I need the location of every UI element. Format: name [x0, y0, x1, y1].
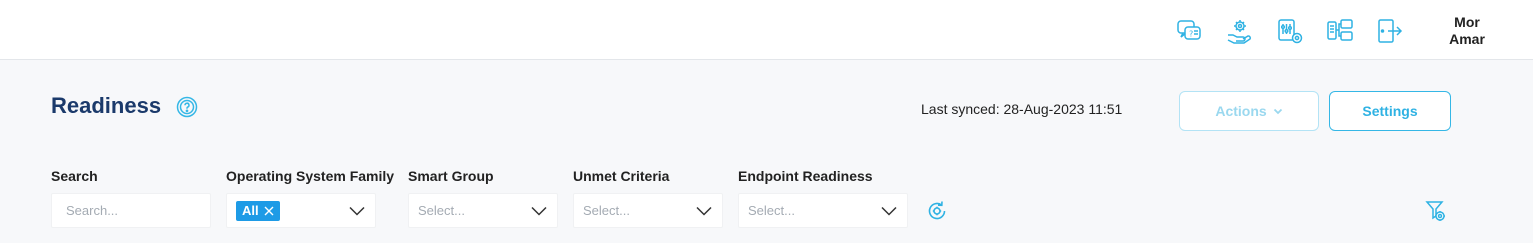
endpoint-readiness-placeholder: Select... — [748, 203, 795, 218]
page-title: Readiness — [51, 93, 162, 118]
os-family-chip-label: All — [242, 203, 259, 218]
smart-group-select[interactable]: Select... — [408, 193, 558, 228]
search-input[interactable] — [52, 203, 210, 218]
os-family-chip: All — [236, 200, 280, 221]
chevron-down-icon[interactable] — [881, 206, 897, 216]
chevron-down-icon — [1273, 108, 1282, 115]
device-settings-icon[interactable] — [1276, 17, 1304, 45]
last-synced-text: Last synced: 28-Aug-2023 11:51 — [921, 101, 1123, 117]
actions-button-label: Actions — [1215, 103, 1267, 119]
filter-settings-icon[interactable] — [1425, 199, 1447, 223]
smart-group-placeholder: Select... — [418, 203, 465, 218]
search-label: Search — [51, 168, 98, 184]
unmet-criteria-label: Unmet Criteria — [573, 168, 670, 184]
endpoint-readiness-label: Endpoint Readiness — [738, 168, 873, 184]
smart-group-label: Smart Group — [408, 168, 494, 184]
actions-button[interactable]: Actions — [1179, 91, 1319, 131]
help-icon[interactable] — [176, 96, 198, 118]
settings-button-label: Settings — [1362, 103, 1418, 119]
devices-network-icon[interactable] — [1326, 17, 1354, 45]
os-family-select[interactable]: All — [226, 193, 376, 228]
settings-button[interactable]: Settings — [1329, 91, 1451, 131]
svg-text:?: ? — [1189, 30, 1193, 39]
chevron-down-icon[interactable] — [696, 206, 712, 216]
unmet-criteria-placeholder: Select... — [583, 203, 630, 218]
chevron-down-icon[interactable] — [531, 206, 547, 216]
hand-gear-icon[interactable] — [1225, 17, 1253, 45]
reset-filters-icon[interactable] — [925, 199, 949, 223]
top-bar: ? Mor Amar — [0, 0, 1533, 60]
endpoint-readiness-select[interactable]: Select... — [738, 193, 908, 228]
os-family-label: Operating System Family — [226, 168, 395, 184]
user-name[interactable]: Mor Amar — [1440, 14, 1494, 48]
chevron-down-icon[interactable] — [349, 206, 365, 216]
unmet-criteria-select[interactable]: Select... — [573, 193, 723, 228]
close-icon[interactable] — [264, 206, 274, 216]
search-field — [51, 193, 211, 228]
logout-icon[interactable] — [1376, 17, 1404, 45]
chat-help-icon[interactable]: ? — [1175, 17, 1203, 45]
